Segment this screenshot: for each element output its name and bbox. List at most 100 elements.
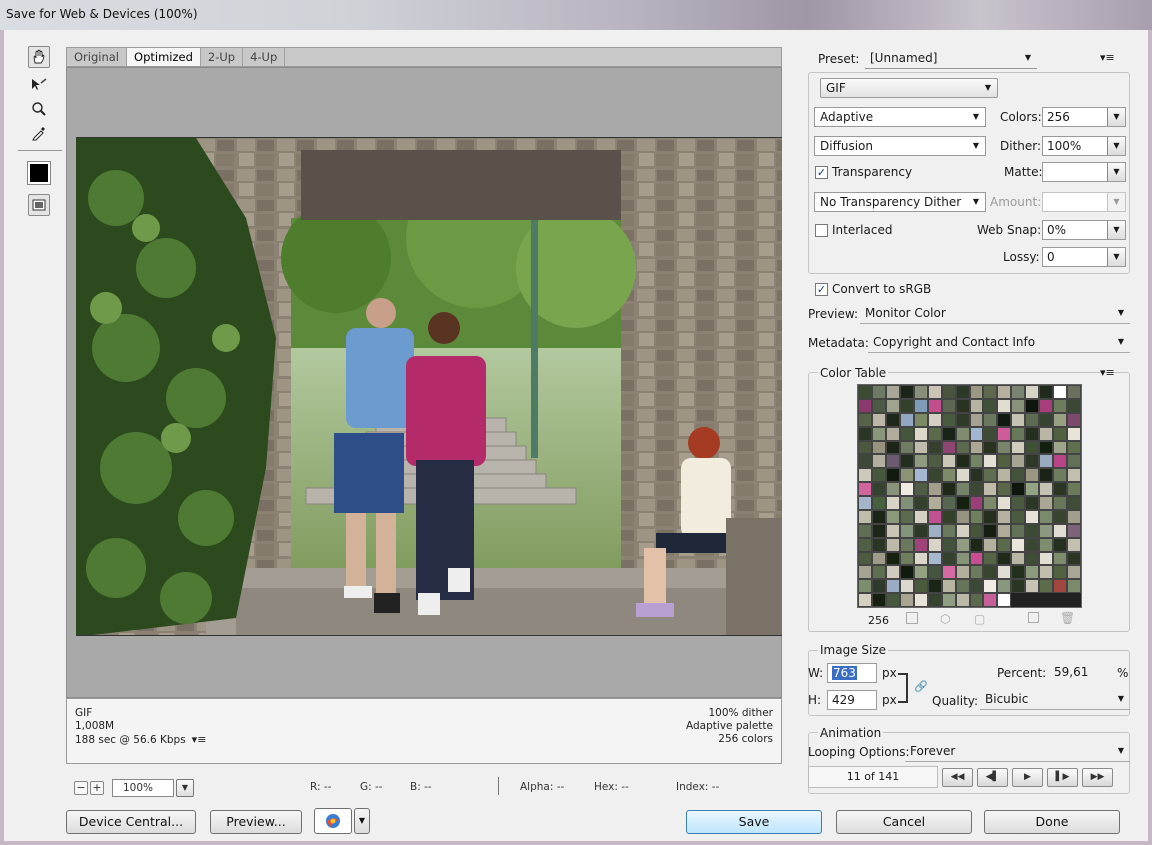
color-swatch[interactable] bbox=[858, 593, 872, 607]
preview-color-dropdown[interactable]: Monitor Color ▼ bbox=[860, 304, 1130, 324]
color-swatch[interactable] bbox=[858, 412, 872, 427]
hand-tool-icon[interactable] bbox=[28, 46, 50, 68]
color-swatch[interactable] bbox=[885, 468, 900, 483]
color-swatch[interactable] bbox=[899, 482, 914, 496]
colors-field[interactable]: 256 ▼ bbox=[1042, 107, 1126, 127]
color-swatch[interactable] bbox=[871, 426, 886, 441]
color-swatch[interactable] bbox=[913, 579, 928, 594]
color-swatch[interactable] bbox=[913, 565, 928, 580]
color-swatch[interactable] bbox=[941, 426, 956, 441]
color-table-grid[interactable] bbox=[857, 384, 1082, 608]
color-swatch[interactable] bbox=[913, 454, 928, 469]
color-swatch[interactable] bbox=[997, 426, 1012, 441]
color-swatch[interactable] bbox=[1053, 537, 1068, 552]
color-swatch[interactable] bbox=[1011, 537, 1026, 552]
color-swatch[interactable] bbox=[1053, 385, 1068, 399]
color-swatch[interactable] bbox=[983, 412, 998, 427]
color-swatch[interactable] bbox=[955, 398, 970, 413]
color-swatch[interactable] bbox=[1067, 440, 1081, 455]
color-swatch[interactable] bbox=[1039, 385, 1054, 399]
color-swatch[interactable] bbox=[955, 565, 970, 580]
color-swatch[interactable] bbox=[899, 454, 914, 469]
color-swatch[interactable] bbox=[858, 551, 872, 566]
color-swatch[interactable] bbox=[969, 440, 984, 455]
color-swatch[interactable] bbox=[858, 385, 872, 399]
color-swatch[interactable] bbox=[1011, 468, 1026, 483]
color-swatch[interactable] bbox=[997, 593, 1012, 607]
interlaced-checkbox[interactable] bbox=[815, 224, 828, 237]
color-swatch[interactable] bbox=[1039, 398, 1054, 413]
color-swatch[interactable] bbox=[899, 537, 914, 552]
color-swatch[interactable] bbox=[858, 482, 872, 496]
next-frame-button[interactable]: ▌▶ bbox=[1047, 768, 1078, 787]
color-swatch[interactable] bbox=[913, 537, 928, 552]
color-swatch[interactable] bbox=[927, 565, 942, 580]
color-swatch[interactable] bbox=[913, 496, 928, 510]
color-swatch[interactable] bbox=[983, 537, 998, 552]
color-swatch[interactable] bbox=[941, 496, 956, 510]
color-swatch[interactable] bbox=[1067, 579, 1081, 594]
color-swatch[interactable] bbox=[969, 523, 984, 538]
new-color-icon[interactable] bbox=[1028, 612, 1039, 623]
color-swatch[interactable] bbox=[1011, 412, 1026, 427]
zoom-level-field[interactable]: 100% bbox=[112, 779, 174, 797]
color-swatch[interactable] bbox=[899, 412, 914, 427]
color-swatch[interactable] bbox=[1011, 398, 1026, 413]
color-swatch[interactable] bbox=[871, 482, 886, 496]
color-swatch[interactable] bbox=[899, 468, 914, 483]
color-swatch[interactable] bbox=[983, 398, 998, 413]
dither-algorithm-dropdown[interactable]: Diffusion ▼ bbox=[814, 136, 986, 156]
trash-icon[interactable]: 🗑 bbox=[1060, 611, 1075, 625]
color-swatch[interactable] bbox=[969, 537, 984, 552]
color-swatch[interactable] bbox=[885, 412, 900, 427]
color-swatch[interactable] bbox=[885, 454, 900, 469]
color-swatch[interactable] bbox=[1067, 537, 1081, 552]
color-swatch[interactable] bbox=[871, 509, 886, 524]
optimize-menu-icon[interactable]: ▾≡ bbox=[1100, 51, 1115, 64]
color-swatch[interactable] bbox=[969, 509, 984, 524]
color-swatch[interactable] bbox=[871, 593, 886, 607]
color-swatch[interactable] bbox=[1053, 454, 1068, 469]
save-button[interactable]: Save bbox=[686, 810, 822, 834]
color-swatch[interactable] bbox=[1011, 523, 1026, 538]
color-swatch[interactable] bbox=[941, 440, 956, 455]
color-swatch[interactable] bbox=[899, 579, 914, 594]
color-swatch[interactable] bbox=[1067, 482, 1081, 496]
color-swatch[interactable] bbox=[1053, 579, 1068, 594]
color-swatch[interactable] bbox=[941, 398, 956, 413]
color-swatch[interactable] bbox=[1025, 426, 1040, 441]
color-swatch[interactable] bbox=[1039, 523, 1054, 538]
color-swatch[interactable] bbox=[885, 398, 900, 413]
color-swatch[interactable] bbox=[927, 537, 942, 552]
web-snap-field[interactable]: 0% ▼ bbox=[1042, 220, 1126, 240]
color-swatch[interactable] bbox=[927, 523, 942, 538]
color-swatch[interactable] bbox=[913, 551, 928, 566]
color-swatch[interactable] bbox=[955, 496, 970, 510]
color-swatch[interactable] bbox=[1053, 468, 1068, 483]
color-swatch[interactable] bbox=[955, 426, 970, 441]
color-swatch[interactable] bbox=[969, 398, 984, 413]
color-swatch[interactable] bbox=[858, 496, 872, 510]
color-swatch[interactable] bbox=[1011, 426, 1026, 441]
color-reduction-dropdown[interactable]: Adaptive ▼ bbox=[814, 107, 986, 127]
color-swatch[interactable] bbox=[941, 565, 956, 580]
color-swatch[interactable] bbox=[941, 468, 956, 483]
color-swatch[interactable] bbox=[871, 385, 886, 399]
chevron-down-icon[interactable]: ▼ bbox=[1107, 221, 1125, 239]
color-swatch[interactable] bbox=[899, 385, 914, 399]
color-swatch[interactable] bbox=[1011, 509, 1026, 524]
zoom-tool-icon[interactable] bbox=[28, 98, 50, 120]
color-swatch[interactable] bbox=[899, 440, 914, 455]
color-swatch[interactable] bbox=[1039, 579, 1054, 594]
color-swatch[interactable] bbox=[1025, 468, 1040, 483]
color-swatch[interactable] bbox=[871, 454, 886, 469]
color-swatch[interactable] bbox=[871, 551, 886, 566]
color-swatch[interactable] bbox=[1039, 551, 1054, 566]
width-field[interactable]: 763 bbox=[827, 663, 877, 683]
looping-options-dropdown[interactable]: Forever ▼ bbox=[905, 742, 1130, 762]
download-speed-menu-icon[interactable]: ▾≡ bbox=[192, 733, 207, 746]
color-swatch[interactable] bbox=[1039, 496, 1054, 510]
format-dropdown[interactable]: GIF ▼ bbox=[820, 78, 998, 98]
web-shift-icon[interactable]: ⬡ bbox=[940, 612, 950, 626]
color-swatch[interactable] bbox=[1053, 551, 1068, 566]
